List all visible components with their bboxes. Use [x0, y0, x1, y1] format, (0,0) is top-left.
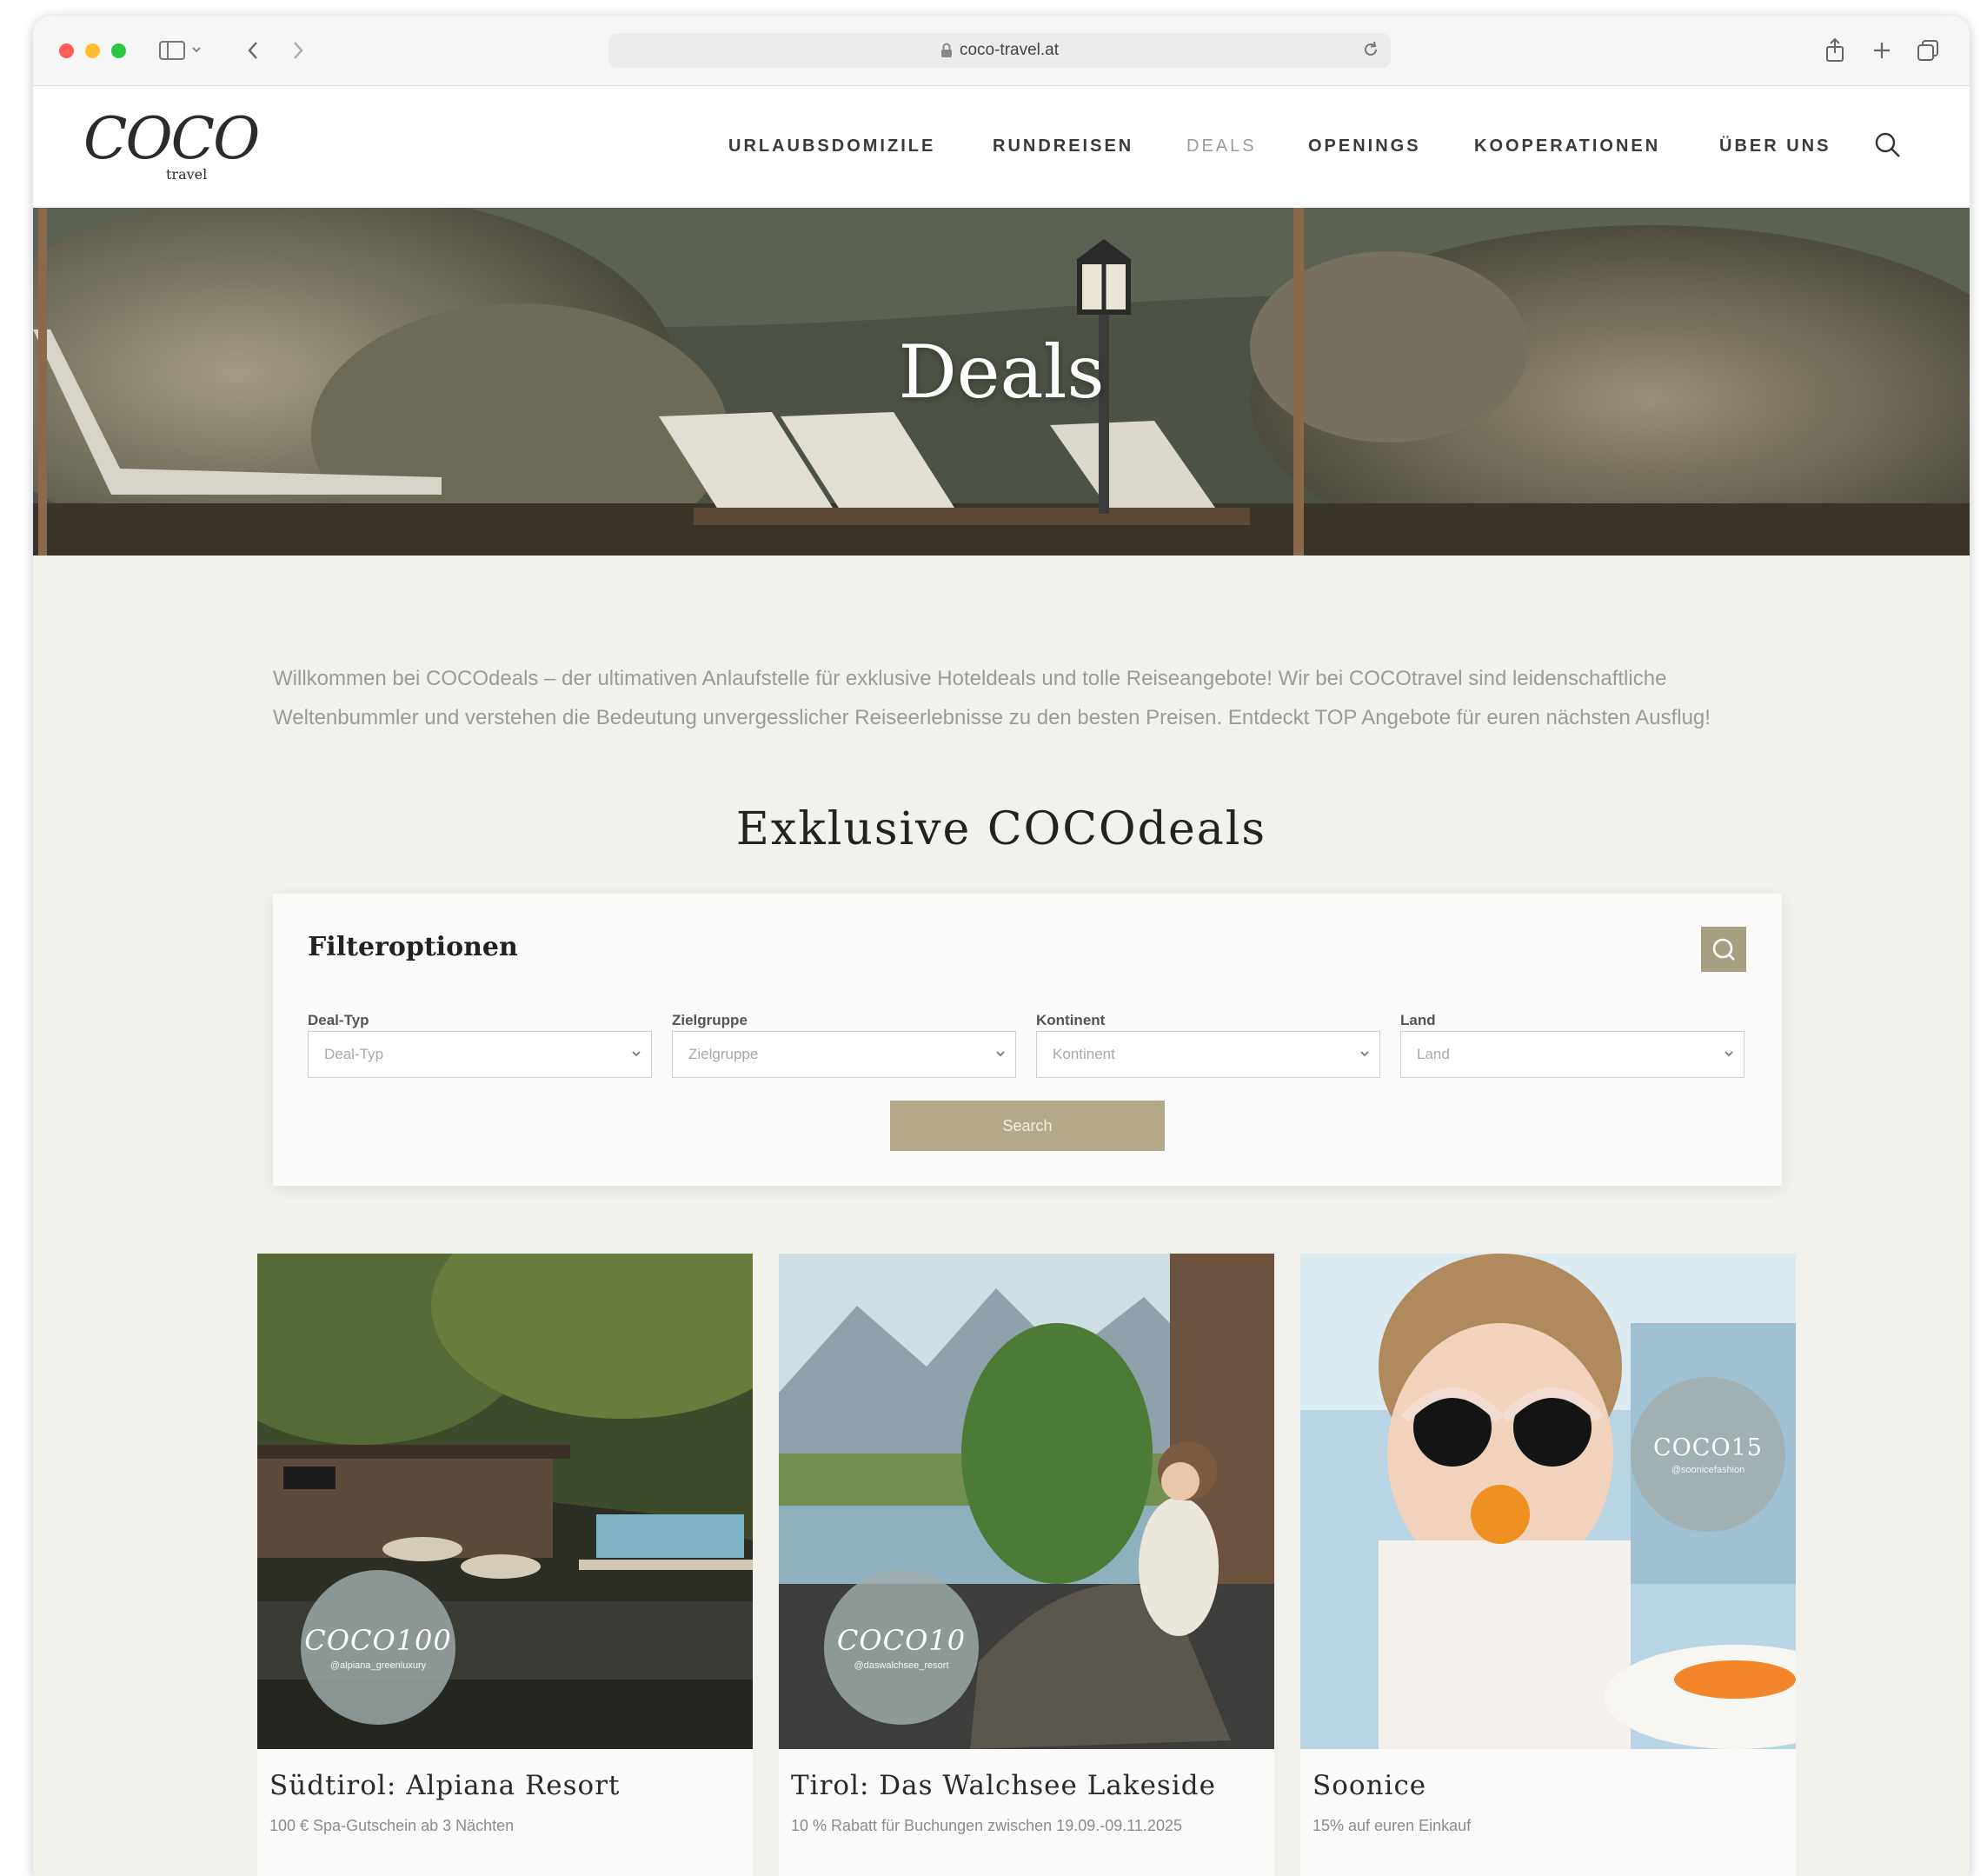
new-tab-icon[interactable] [1869, 35, 1895, 66]
chevron-down-icon [630, 1048, 642, 1060]
discount-badge: COCO15 @soonicefashion [1631, 1377, 1785, 1532]
nav-openings[interactable]: OPENINGS [1308, 136, 1421, 156]
card-subtitle: 10 % Rabatt für Buchungen zwischen 19.09… [791, 1817, 1182, 1834]
search-icon[interactable] [1874, 131, 1902, 159]
badge-handle: @alpiana_greenluxury [329, 1660, 427, 1671]
search-button[interactable]: Search [890, 1101, 1165, 1151]
badge-handle: @soonicefashion [1671, 1464, 1745, 1475]
sidebar-toggle-icon[interactable] [156, 35, 205, 66]
deal-card-soonice[interactable]: COCO15 @soonicefashion Soonice 15% auf e… [1300, 1254, 1796, 1876]
tab-overview-icon[interactable] [1914, 35, 1942, 66]
badge-code: COCO15 [1653, 1434, 1763, 1461]
nav-urlaubsdomizile[interactable]: URLAUBSDOMIZILE [728, 136, 935, 156]
chevron-down-icon [1723, 1048, 1735, 1060]
zoom-window-button[interactable] [111, 43, 126, 58]
hero-title: Deals [898, 329, 1105, 415]
country-label: Land [1400, 1012, 1436, 1028]
discount-badge: COCO10 @daswalchsee_resort [824, 1570, 979, 1725]
section-title: Exklusive COCOdeals [735, 803, 1267, 855]
card-subtitle: 100 € Spa-Gutschein ab 3 Nächten [269, 1817, 515, 1834]
chevron-down-icon [1359, 1048, 1371, 1060]
deal-type-label: Deal-Typ [308, 1012, 369, 1028]
card-subtitle: 15% auf euren Einkauf [1312, 1817, 1472, 1834]
continent-placeholder: Kontinent [1053, 1046, 1115, 1062]
card-image[interactable]: COCO15 @soonicefashion [1300, 1254, 1796, 1749]
country-select[interactable]: Land [1400, 1031, 1744, 1078]
browser-window: coco-travel.at COCO travel URLAUBSDOMIZI… [33, 16, 1970, 1876]
nav-deals[interactable]: DEALS [1186, 136, 1257, 156]
intro-text: Willkommen bei COCOdeals – der ultimativ… [273, 667, 1711, 729]
close-window-button[interactable] [59, 43, 74, 58]
card-image[interactable]: COCO10 @daswalchsee_resort [779, 1254, 1274, 1749]
search-icon [1712, 938, 1735, 961]
continent-label: Kontinent [1036, 1012, 1106, 1028]
filter-search-button[interactable] [1701, 927, 1746, 972]
chevron-down-icon [994, 1048, 1007, 1060]
deal-type-placeholder: Deal-Typ [324, 1046, 384, 1062]
forward-icon[interactable] [285, 35, 311, 66]
nav-kooperationen[interactable]: KOOPERATIONEN [1474, 136, 1660, 156]
back-icon[interactable] [240, 35, 266, 66]
reload-icon[interactable] [1361, 40, 1380, 59]
filter-title: Filteroptionen [308, 932, 518, 962]
card-image[interactable]: COCO100 @alpiana_greenluxury [257, 1254, 753, 1749]
nav-rundreisen[interactable]: RUNDREISEN [993, 136, 1133, 156]
target-group-select[interactable]: Zielgruppe [672, 1031, 1016, 1078]
card-title[interactable]: Soonice [1312, 1770, 1426, 1801]
share-icon[interactable] [1822, 35, 1848, 66]
country-placeholder: Land [1417, 1046, 1450, 1062]
discount-badge: COCO100 @alpiana_greenluxury [301, 1570, 455, 1725]
main-nav: URLAUBSDOMIZILE RUNDREISEN DEALS OPENING… [33, 86, 1970, 208]
hero-banner: Deals [33, 208, 1970, 555]
url-text: coco-travel.at [959, 41, 1060, 59]
filter-panel: Filteroptionen Deal-Typ Deal-Typ Zielgru… [273, 894, 1782, 1186]
deal-type-select[interactable]: Deal-Typ [308, 1031, 652, 1078]
lock-icon [940, 43, 953, 58]
site-header: COCO travel URLAUBSDOMIZILE RUNDREISEN D… [33, 86, 1970, 208]
deal-card-walchsee[interactable]: COCO10 @daswalchsee_resort Tirol: Das Wa… [779, 1254, 1274, 1876]
target-group-label: Zielgruppe [672, 1012, 748, 1028]
target-group-placeholder: Zielgruppe [688, 1046, 759, 1062]
deal-card-alpiana[interactable]: COCO100 @alpiana_greenluxury Südtirol: A… [257, 1254, 753, 1876]
badge-code: COCO10 [836, 1624, 967, 1657]
address-bar[interactable]: coco-travel.at [608, 33, 1391, 68]
nav-ueber-uns[interactable]: ÜBER UNS [1719, 136, 1831, 156]
continent-select[interactable]: Kontinent [1036, 1031, 1380, 1078]
badge-handle: @daswalchsee_resort [854, 1660, 949, 1671]
card-title[interactable]: Südtirol: Alpiana Resort [269, 1770, 621, 1801]
badge-code: COCO100 [304, 1624, 452, 1657]
browser-toolbar: coco-travel.at [33, 16, 1970, 86]
card-title[interactable]: Tirol: Das Walchsee Lakeside [791, 1770, 1216, 1801]
minimize-window-button[interactable] [85, 43, 100, 58]
